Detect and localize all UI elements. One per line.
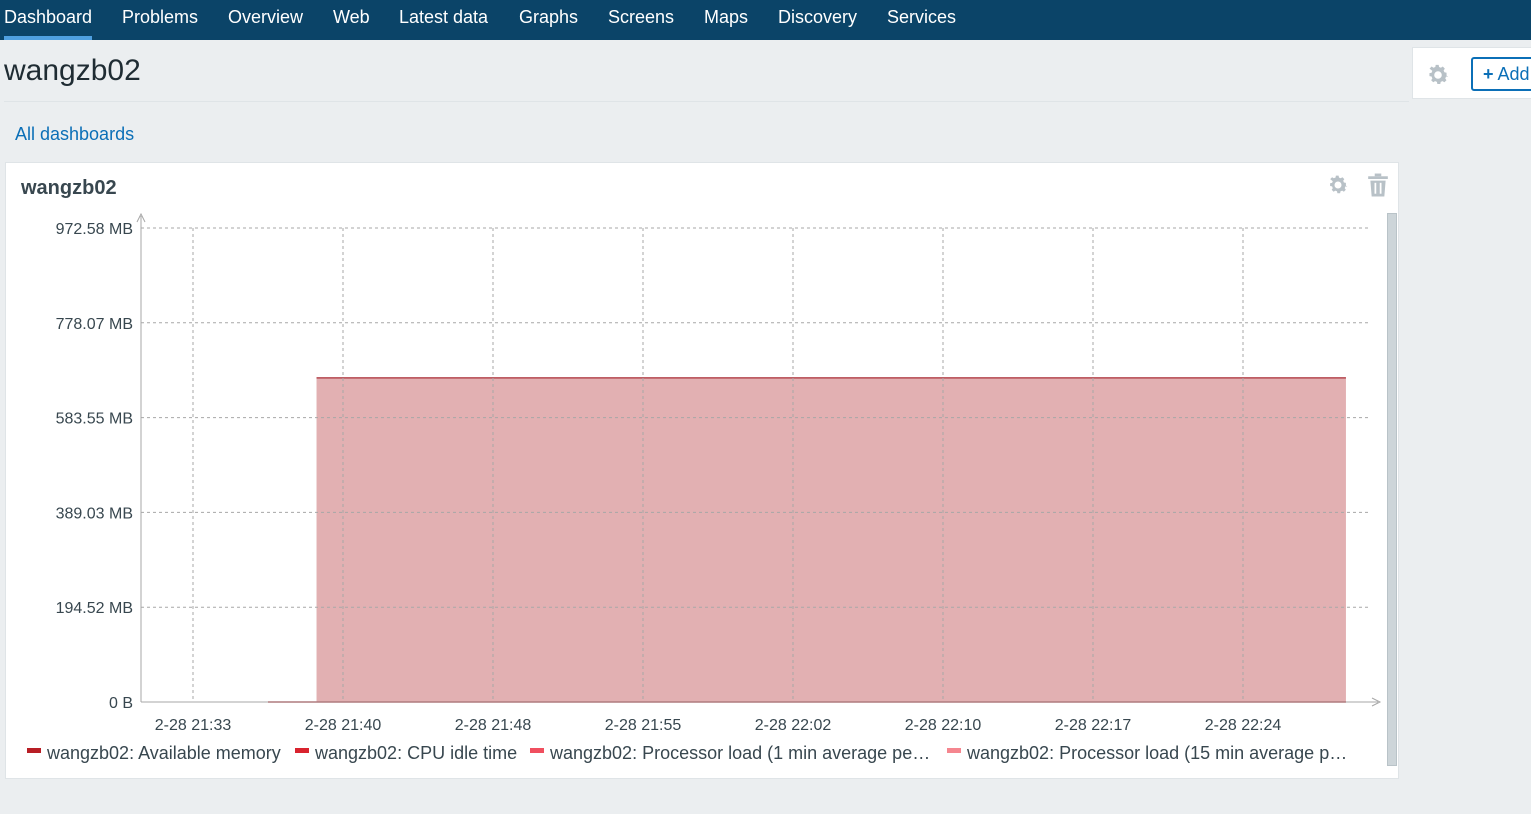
graph-canvas: 972.58 MB 778.07 MB 583.55 MB 389.03 MB 194.… <box>56 212 1382 734</box>
x-tick-label: 2-28 21:33 <box>155 717 232 734</box>
x-tick-label: 2-28 22:10 <box>905 717 982 734</box>
y-tick-label: 778.07 MB <box>56 316 133 333</box>
series-area-available-memory <box>316 377 1346 702</box>
x-tick-label: 2-28 22:02 <box>755 717 832 734</box>
y-tick-label: 583.55 MB <box>56 411 133 428</box>
x-tick-label: 2-28 21:55 <box>605 717 682 734</box>
x-tick-label: 2-28 21:40 <box>305 717 382 734</box>
y-tick-label: 0 B <box>109 695 133 712</box>
x-tick-label: 2-28 22:24 <box>1205 717 1282 734</box>
y-tick-label: 389.03 MB <box>56 505 133 522</box>
y-tick-label: 194.52 MB <box>56 600 133 617</box>
x-tick-label: 2-28 22:17 <box>1055 717 1132 734</box>
x-tick-label: 2-28 21:48 <box>455 717 532 734</box>
y-tick-label: 972.58 MB <box>56 221 133 238</box>
